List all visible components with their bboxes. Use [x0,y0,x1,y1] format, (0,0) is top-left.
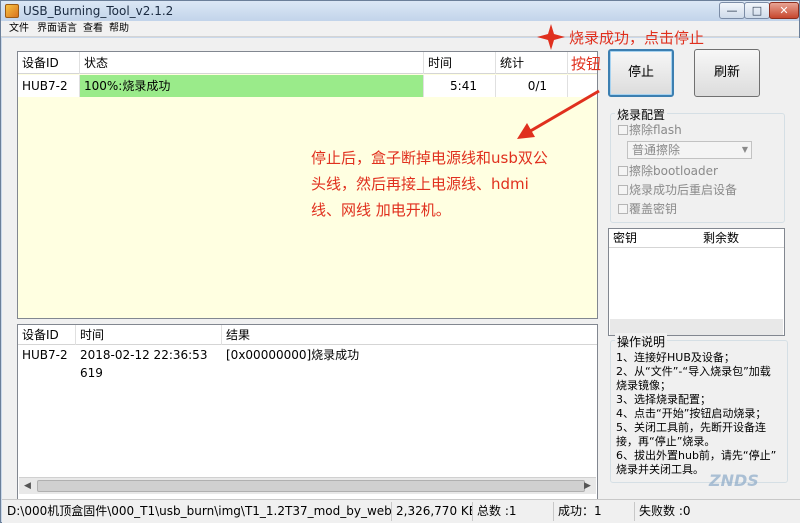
window-title: USB_Burning_Tool_v2.1.2 [23,4,174,18]
overwrite-key-checkbox[interactable]: 覆盖密钥 [618,201,677,217]
scroll-left-icon[interactable]: ◀ [19,478,36,494]
star-marker-icon [537,24,565,50]
status-success: 成功：1 [555,502,635,521]
reboot-after-label: 烧录成功后重启设备 [629,183,738,197]
help-line: 3、选择烧录配置； [616,393,711,406]
help-line: 1、连接好HUB及设备； [616,351,735,364]
help-line: 2、从“文件”-“导入烧录包”加载 [616,365,771,378]
log-table-header: 设备ID 时间 结果 [18,325,597,345]
status-total: 总数 :1 [474,502,554,521]
checkbox-icon [618,204,628,214]
log-row[interactable]: HUB7-2 2018-02-12 22:36:53 619 [0x000000… [18,346,597,380]
help-line: 烧录并关闭工具。 [616,463,704,476]
app-window: USB_Burning_Tool_v2.1.2 — □ ✕ 文件 界面语言 查看… [0,0,800,523]
help-title: 操作说明 [615,333,668,350]
menu-language[interactable]: 界面语言 [37,22,77,36]
menu-file[interactable]: 文件 [9,22,29,36]
log-col-result[interactable]: 结果 [222,325,597,345]
chevron-down-icon: ▼ [741,145,748,154]
menu-help[interactable]: 帮助 [109,22,129,36]
erase-flash-label: 擦除flash [629,123,682,137]
annotation-top-2: 按钮 [571,55,602,73]
col-device-id[interactable]: 设备ID [18,52,80,74]
log-col-device-id[interactable]: 设备ID [18,325,76,345]
checkbox-icon [618,125,628,135]
annotation-body-line: 头线，然后再接上电源线、hdmi [311,175,529,193]
key-col-remaining[interactable]: 剩余数 [699,229,784,248]
log-col-time[interactable]: 时间 [76,325,222,345]
status-fail: 失败数 :0 [639,504,691,518]
help-line: 4、点击“开始”按钮启动烧录； [616,407,767,420]
minimize-button[interactable]: — [719,2,745,19]
log-device-id: HUB7-2 [22,348,68,362]
log-result: [0x00000000]烧录成功 [226,348,360,362]
device-id-cell: HUB7-2 [18,75,80,97]
annotation-top: 烧录成功，点击停止 [569,29,705,47]
erase-bootloader-checkbox[interactable]: 擦除bootloader [618,163,718,179]
reboot-after-checkbox[interactable]: 烧录成功后重启设备 [618,182,737,198]
key-col-key[interactable]: 密钥 [609,229,699,248]
log-horizontal-scrollbar[interactable]: ◀ ▶ [19,477,596,494]
arrow-annotation-icon [517,89,600,139]
log-table[interactable]: 设备ID 时间 结果 HUB7-2 2018-02-12 22:36:53 61… [17,324,598,500]
checkbox-icon [618,166,628,176]
refresh-button[interactable]: 刷新 [694,49,760,97]
burn-config-group: 烧录配置 擦除flash 普通擦除 ▼ 擦除bootloader 烧录成功后重启… [610,106,785,223]
menu-view[interactable]: 查看 [83,22,103,36]
scroll-right-icon[interactable]: ▶ [579,478,596,494]
key-list-header: 密钥 剩余数 [609,229,784,248]
annotation-body-line: 线、网线 加电开机。 [311,201,451,219]
key-list[interactable]: 密钥 剩余数 [608,228,785,336]
erase-flash-checkbox[interactable]: 擦除flash [618,122,682,138]
close-button[interactable]: ✕ [769,2,799,19]
status-size: 2,326,770 KB [393,502,473,521]
erase-mode-value: 普通擦除 [632,143,681,157]
progress-status-cell: 100%:烧录成功 [80,75,424,97]
col-time[interactable]: 时间 [424,52,496,74]
watermark-logo: ZNDS [709,471,759,490]
log-time: 2018-02-12 22:36:53 619 [80,348,208,380]
device-table-header: 设备ID 状态 时间 统计 [18,52,597,74]
status-bar: D:\000机顶盒固件\000_T1\usb_burn\img\T1_1.2T3… [2,499,800,523]
app-icon [5,4,19,18]
maximize-button[interactable]: □ [744,2,770,19]
overwrite-key-label: 覆盖密钥 [629,202,678,216]
status-path: D:\000机顶盒固件\000_T1\usb_burn\img\T1_1.2T3… [4,502,392,521]
time-cell: 5:41 [424,75,496,97]
scroll-thumb[interactable] [37,480,585,492]
help-line: 6、拔出外置hub前，请先“停止” [616,449,777,462]
burn-config-title: 烧录配置 [615,106,668,123]
help-group: 操作说明 1、连接好HUB及设备； 2、从“文件”-“导入烧录包”加载 烧录镜像… [610,333,788,483]
help-line: 烧录镜像； [616,379,671,392]
title-bar[interactable]: USB_Burning_Tool_v2.1.2 — □ ✕ [1,1,799,21]
stop-button[interactable]: 停止 [608,49,674,97]
help-line: 接，再“停止”烧录。 [616,435,716,448]
checkbox-icon [618,185,628,195]
erase-mode-select[interactable]: 普通擦除 ▼ [627,141,752,159]
col-status[interactable]: 状态 [80,52,424,74]
annotation-body-line: 停止后，盒子断掉电源线和usb双公 [311,149,548,167]
col-stat[interactable]: 统计 [496,52,568,74]
help-line: 5、关闭工具前，先断开设备连 [616,421,766,434]
erase-bootloader-label: 擦除bootloader [629,164,718,178]
